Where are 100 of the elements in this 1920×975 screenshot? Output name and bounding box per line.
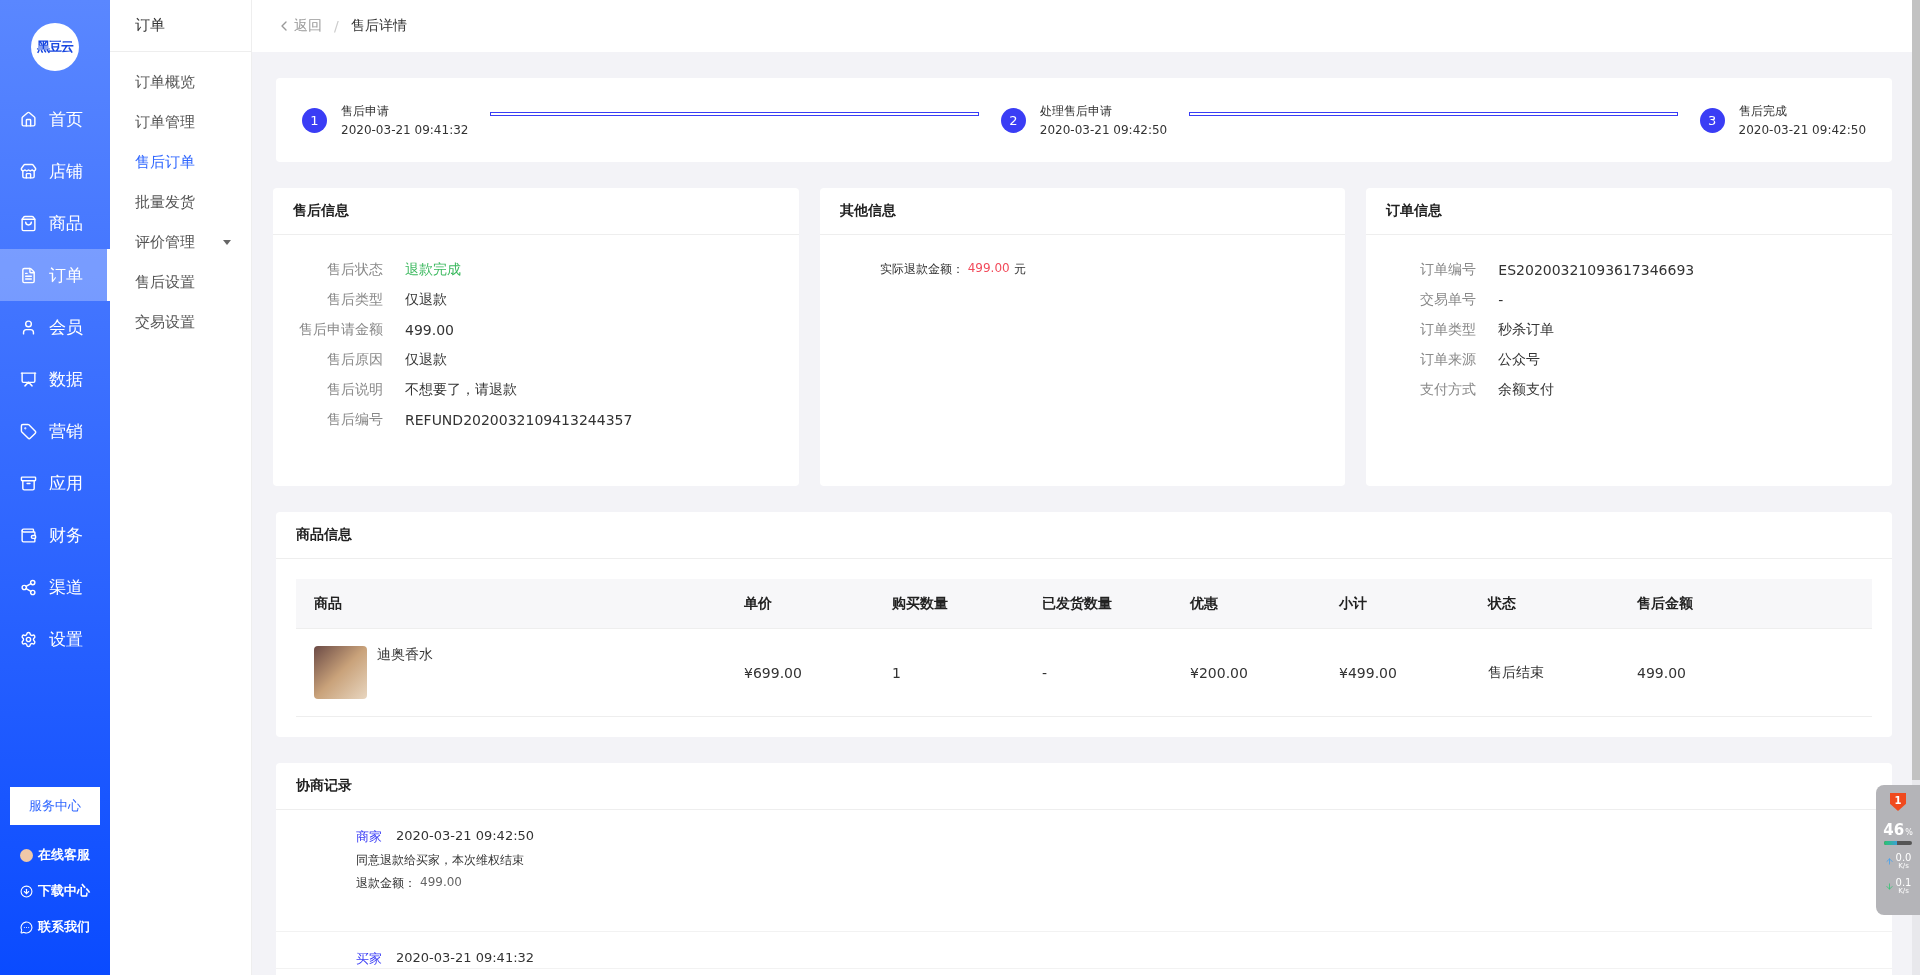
- field-label: 售后说明: [326, 381, 383, 399]
- submenu-item[interactable]: 评价管理: [110, 222, 251, 262]
- nav-item[interactable]: 商品: [0, 197, 110, 249]
- store-icon: [20, 162, 37, 180]
- field-label: 售后申请金额: [298, 321, 383, 339]
- column-header: 售后金额: [1636, 594, 1694, 613]
- cpu-percent: 46: [1883, 821, 1905, 839]
- nav-item[interactable]: 店铺: [0, 145, 110, 197]
- person-icon: [20, 318, 37, 336]
- step-time: 2020-03-21 09:41:32: [341, 123, 469, 137]
- submenu-title: 订单: [110, 0, 251, 52]
- step-title: 处理售后申请: [1039, 103, 1113, 120]
- field-label: 订单编号: [1419, 261, 1477, 279]
- submenu-item[interactable]: 批量发货: [110, 182, 251, 222]
- sidebar-link[interactable]: 下载中心: [0, 873, 110, 909]
- table-cell-text: 售后结束: [1487, 663, 1545, 682]
- sidebar-link[interactable]: 在线客服: [0, 837, 110, 873]
- field-value: REFUND2020032109413244357: [405, 412, 634, 428]
- download-arrow-icon: [1884, 882, 1894, 891]
- bag-icon: [20, 214, 37, 232]
- card-title: 其他信息: [819, 188, 1346, 235]
- nav-item[interactable]: 首页: [0, 93, 110, 145]
- step-title: 售后完成: [1738, 103, 1788, 120]
- shield-badge: 1: [1890, 793, 1906, 811]
- nav-item[interactable]: 设置: [0, 613, 110, 665]
- scrollbar-thumb[interactable]: [1912, 0, 1920, 780]
- field-label: 支付方式: [1419, 381, 1477, 399]
- settings-icon: [20, 630, 37, 648]
- download-speed: 0.1: [1895, 878, 1912, 888]
- product-name: 迪奥香水: [377, 646, 433, 664]
- percent-unit: %: [1905, 828, 1913, 837]
- record-amount-label: 退款金额：: [356, 875, 416, 892]
- field-label: 交易单号: [1419, 291, 1477, 309]
- service-center-button[interactable]: 服务中心: [10, 787, 100, 825]
- nav-item[interactable]: 订单: [0, 249, 110, 301]
- step-title: 售后申请: [341, 103, 390, 120]
- field-value: 仅退款: [405, 351, 448, 369]
- submenu-item[interactable]: 交易设置: [110, 302, 251, 342]
- archive-icon: [20, 474, 37, 492]
- column-header: 已发货数量: [1041, 594, 1113, 613]
- upload-speed: 0.0: [1895, 853, 1912, 863]
- step-number: 1: [302, 107, 327, 133]
- breadcrumb-current: 售后详情: [350, 17, 407, 35]
- submenu-item[interactable]: 售后订单: [110, 142, 251, 182]
- house-icon: [20, 110, 37, 128]
- step-time: 2020-03-21 09:42:50: [1039, 123, 1168, 137]
- field-value: 不想要了，请退款: [405, 381, 518, 399]
- tag-icon: [20, 422, 37, 440]
- card-title: 售后信息: [273, 188, 799, 235]
- table-cell-text: 1: [891, 664, 902, 681]
- field-label: 实际退款金额：: [879, 261, 964, 278]
- column-header: 小计: [1338, 594, 1368, 613]
- nav-item[interactable]: 数据: [0, 353, 110, 405]
- column-header: 购买数量: [891, 594, 949, 613]
- submenu-item[interactable]: 售后设置: [110, 262, 251, 302]
- breadcrumb-separator: /: [334, 18, 339, 34]
- nav-item[interactable]: 营销: [0, 405, 110, 457]
- field-label: 售后原因: [326, 351, 383, 369]
- step-number: 3: [1699, 107, 1725, 133]
- record-amount: 499.00: [420, 875, 462, 891]
- column-header: 状态: [1486, 594, 1517, 613]
- field-label: 售后状态: [326, 261, 383, 279]
- field-value: 秒杀订单: [1498, 321, 1556, 339]
- field-value: ES20200321093617346693: [1498, 262, 1696, 278]
- field-value: 499.00: [405, 322, 455, 338]
- wallet-icon: [20, 526, 37, 544]
- card-title: 订单信息: [1366, 188, 1892, 235]
- field-value: 仅退款: [405, 291, 448, 309]
- nav-item[interactable]: 会员: [0, 301, 110, 353]
- nav-item[interactable]: 财务: [0, 509, 110, 561]
- card-title: 商品信息: [276, 512, 1892, 559]
- record-message: 同意退款给买家，本次维权结束: [356, 852, 524, 869]
- field-value: 退款完成: [405, 261, 462, 279]
- nav-item[interactable]: 渠道: [0, 561, 110, 613]
- step-number: 2: [1000, 107, 1026, 133]
- submenu-item[interactable]: 订单管理: [110, 102, 251, 142]
- record-time: 2020-03-21 09:41:32: [396, 950, 535, 967]
- field-label: 售后类型: [326, 291, 383, 309]
- table-cell-text: 499.00: [1636, 664, 1687, 681]
- currency-unit: 元: [1013, 261, 1026, 278]
- download-icon: [20, 884, 33, 898]
- sidebar-link[interactable]: 联系我们: [0, 909, 110, 945]
- field-label: 订单来源: [1419, 351, 1477, 369]
- record-role: 买家: [356, 950, 382, 968]
- chart-board-icon: [20, 370, 37, 388]
- record-role: 商家: [356, 828, 382, 846]
- nav-item[interactable]: 应用: [0, 457, 110, 509]
- table-cell-text: ¥499.00: [1338, 664, 1398, 681]
- record-time: 2020-03-21 09:42:50: [396, 828, 535, 845]
- back-link[interactable]: 返回: [276, 17, 322, 35]
- submenu-item[interactable]: 订单概览: [110, 62, 251, 102]
- column-header: 商品: [313, 594, 343, 613]
- field-value: 余额支付: [1498, 381, 1556, 399]
- field-label: 订单类型: [1419, 321, 1477, 339]
- step-time: 2020-03-21 09:42:50: [1738, 123, 1866, 137]
- document-icon: [20, 266, 37, 284]
- share-icon: [20, 578, 37, 596]
- caret-icon: [223, 239, 231, 245]
- avatar-icon: [20, 848, 33, 862]
- photo-placeholder: [314, 646, 367, 699]
